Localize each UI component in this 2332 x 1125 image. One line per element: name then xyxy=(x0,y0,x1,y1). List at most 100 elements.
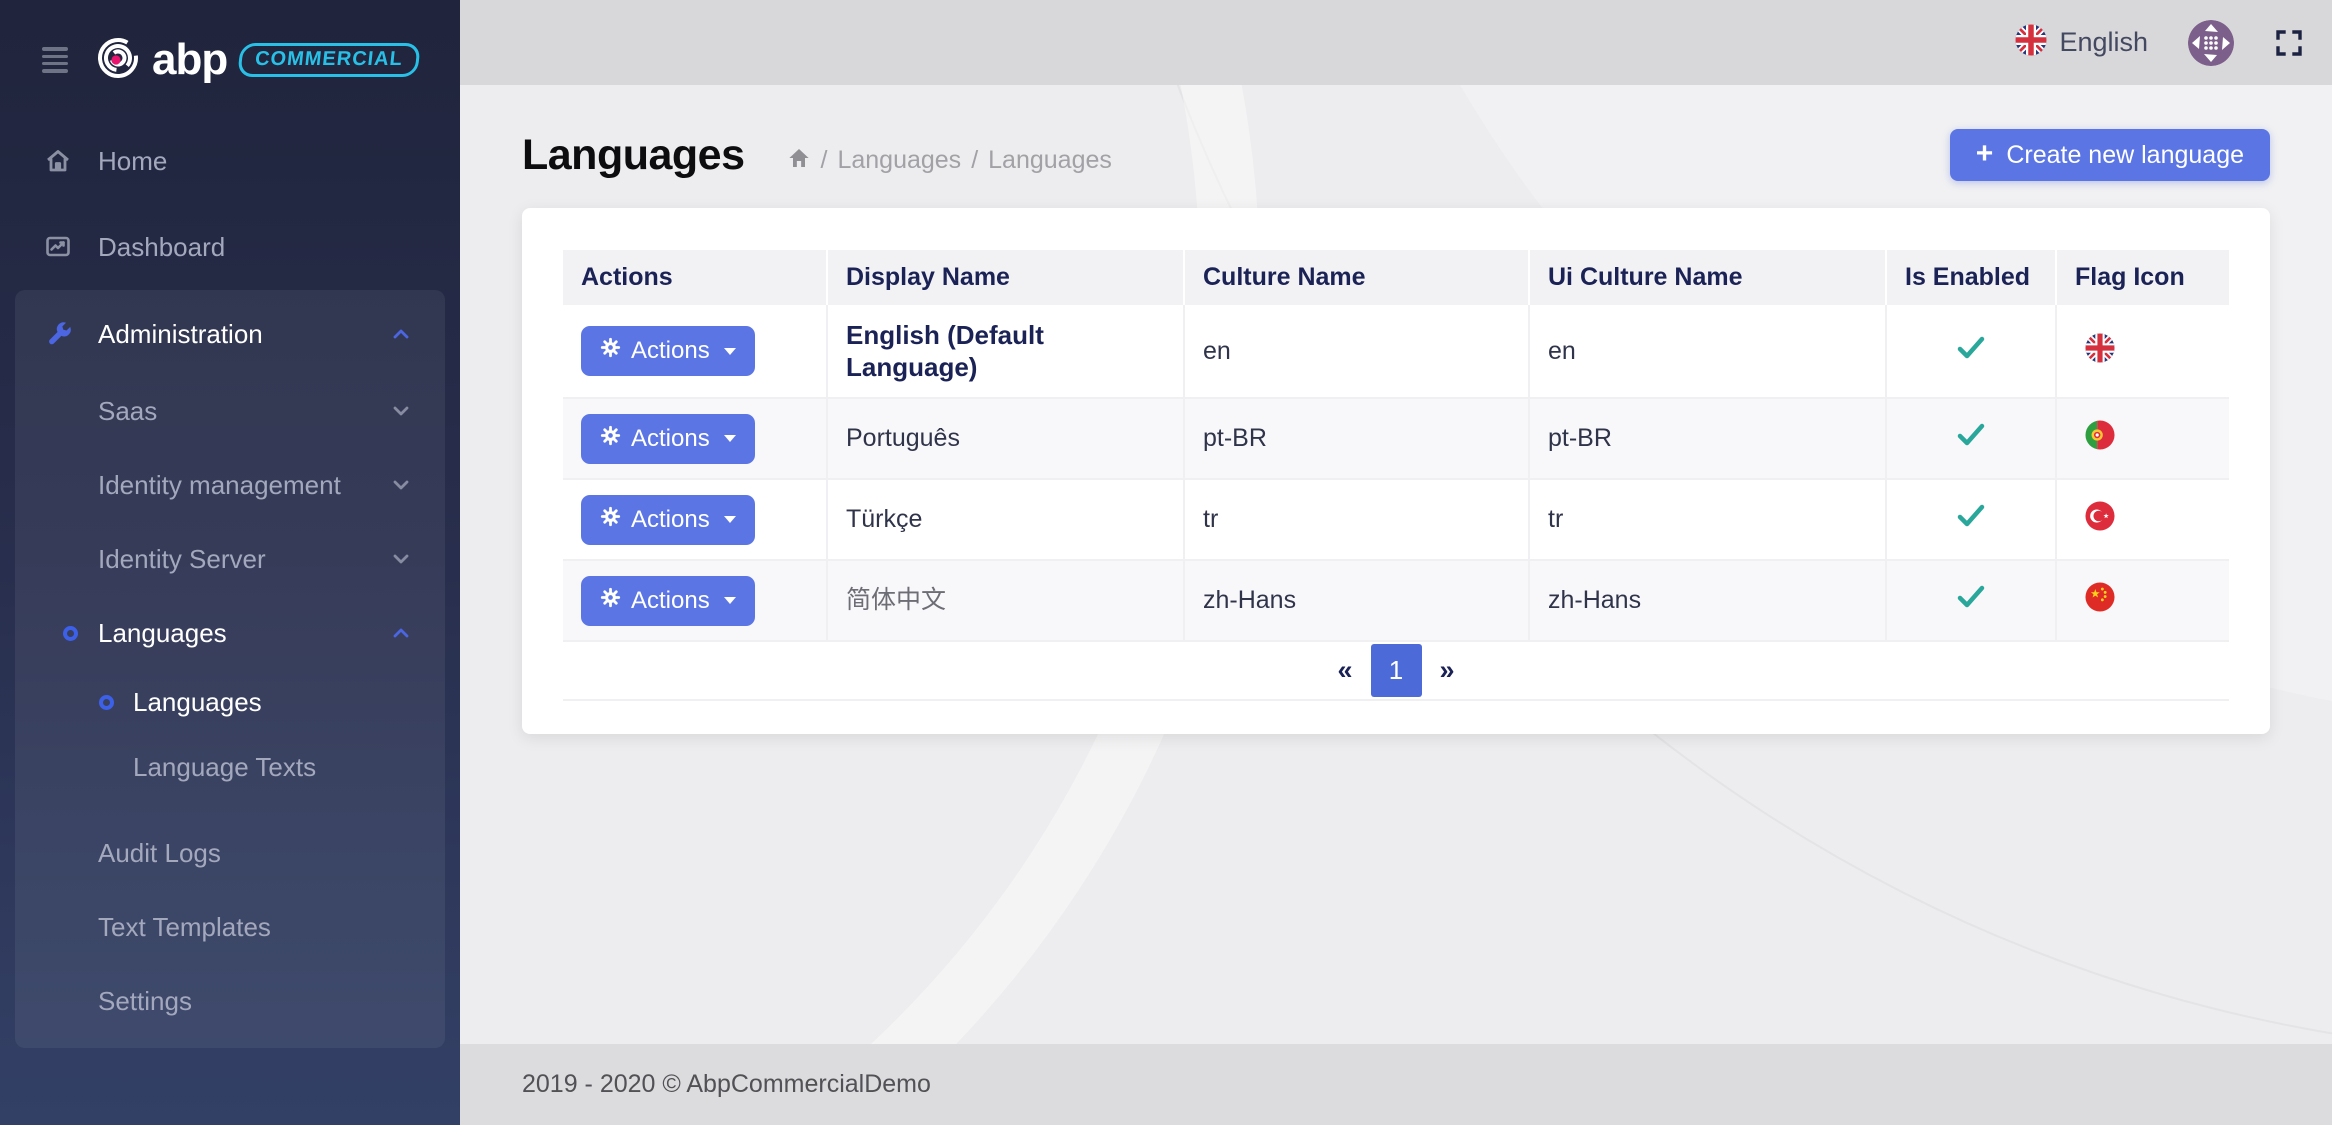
sidebar-item-text-templates[interactable]: Text Templates xyxy=(15,890,445,964)
language-selector[interactable]: English xyxy=(2015,24,2148,61)
header-flag-icon: Flag Icon xyxy=(2056,250,2229,305)
breadcrumb-separator: / xyxy=(971,146,978,175)
page-title: Languages xyxy=(522,131,745,180)
breadcrumb-item[interactable]: Languages xyxy=(988,146,1112,175)
chevron-up-icon xyxy=(390,625,412,641)
check-icon xyxy=(1956,422,1986,448)
display-name: Türkçe xyxy=(846,504,922,535)
footer: 2019 - 2020 © AbpCommercialDemo xyxy=(460,1044,2332,1125)
chevron-up-icon xyxy=(390,326,412,342)
sidebar-item-settings[interactable]: Settings xyxy=(15,964,445,1038)
culture-name: pt-BR xyxy=(1203,424,1267,452)
home-icon xyxy=(43,147,75,175)
sidebar-nav: Home Dashboard xyxy=(0,118,460,1048)
abp-logo-icon xyxy=(96,36,140,85)
brand-badge: COMMERCIAL xyxy=(237,43,420,77)
display-name: 简体中文 xyxy=(846,585,946,616)
flag-united-kingdom-icon xyxy=(2085,333,2115,363)
copyright-text: 2019 - 2020 © AbpCommercialDemo xyxy=(522,1070,931,1099)
header-is-enabled: Is Enabled xyxy=(1886,250,2056,305)
create-new-language-button[interactable]: + Create new language xyxy=(1950,129,2270,181)
breadcrumb: / Languages / Languages xyxy=(787,146,1112,175)
breadcrumb-item[interactable]: Languages xyxy=(837,146,961,175)
user-avatar[interactable] xyxy=(2188,20,2234,66)
flag-turkey-icon xyxy=(2085,501,2115,531)
check-icon xyxy=(1956,503,1986,529)
wrench-icon xyxy=(43,319,75,349)
chevron-down-icon xyxy=(390,403,412,419)
sidebar-item-dashboard[interactable]: Dashboard xyxy=(0,204,460,290)
breadcrumb-separator: / xyxy=(821,146,828,175)
culture-name: en xyxy=(1203,337,1231,365)
current-language-label: English xyxy=(2059,27,2148,58)
actions-button-label: Actions xyxy=(631,506,710,534)
active-bullet-icon xyxy=(63,626,78,641)
gear-icon xyxy=(600,425,621,453)
pagination-page-1-button[interactable]: 1 xyxy=(1371,644,1422,697)
sidebar-item-administration[interactable]: Administration xyxy=(15,294,445,374)
caret-down-icon xyxy=(724,597,736,604)
page-header: Languages / Languages / Languages + Crea… xyxy=(522,115,2270,195)
gear-icon xyxy=(600,506,621,534)
culture-name: zh-Hans xyxy=(1203,586,1296,614)
sidebar-item-home[interactable]: Home xyxy=(0,118,460,204)
flag-portugal-icon xyxy=(2085,420,2115,450)
sidebar-item-label: Administration xyxy=(98,319,263,350)
sidebar-item-label: Languages xyxy=(98,618,227,649)
sidebar-item-identity-management[interactable]: Identity management xyxy=(15,448,445,522)
table-row: Actions Português pt-BR pt-BR xyxy=(563,398,2229,479)
sidebar-item-identity-server[interactable]: Identity Server xyxy=(15,522,445,596)
pagination-prev-button[interactable]: « xyxy=(1337,655,1352,686)
is-enabled-cell xyxy=(1886,398,2056,479)
sidebar-item-saas[interactable]: Saas xyxy=(15,374,445,448)
create-button-label: Create new language xyxy=(2006,141,2244,170)
actions-button-label: Actions xyxy=(631,587,710,615)
header-culture-name: Culture Name xyxy=(1184,250,1529,305)
table-row: Actions 简体中文 zh-Hans zh-Hans xyxy=(563,560,2229,641)
header-ui-culture-name: Ui Culture Name xyxy=(1529,250,1886,305)
actions-button-label: Actions xyxy=(631,425,710,453)
home-icon[interactable] xyxy=(787,147,811,174)
uk-flag-icon xyxy=(2015,24,2047,61)
brand-name: abp xyxy=(152,38,227,82)
is-enabled-cell xyxy=(1886,560,2056,641)
sidebar-item-languages-child[interactable]: Languages xyxy=(15,670,445,735)
brand-logo[interactable]: abp COMMERCIAL xyxy=(96,36,419,85)
pagination: « 1 » xyxy=(563,642,2229,701)
active-bullet-icon xyxy=(99,695,114,710)
sidebar-item-label: Text Templates xyxy=(98,912,271,943)
caret-down-icon xyxy=(724,516,736,523)
sidebar-item-languages[interactable]: Languages xyxy=(15,596,445,670)
languages-table: Actions Display Name Culture Name Ui Cul… xyxy=(563,250,2229,642)
gear-icon xyxy=(600,587,621,615)
culture-name: tr xyxy=(1203,505,1218,533)
sidebar-item-label: Saas xyxy=(98,396,157,427)
check-icon xyxy=(1956,335,1986,361)
actions-button[interactable]: Actions xyxy=(581,326,755,376)
is-enabled-cell xyxy=(1886,479,2056,560)
table-header-row: Actions Display Name Culture Name Ui Cul… xyxy=(563,250,2229,305)
actions-button[interactable]: Actions xyxy=(581,576,755,626)
ui-culture-name: zh-Hans xyxy=(1548,586,1641,614)
sidebar-item-label: Language Texts xyxy=(133,752,316,783)
sidebar-item-label: Home xyxy=(98,146,167,177)
fullscreen-icon[interactable] xyxy=(2274,28,2304,58)
gear-icon xyxy=(600,337,621,365)
is-enabled-cell xyxy=(1886,305,2056,398)
sidebar-item-audit-logs[interactable]: Audit Logs xyxy=(15,816,445,890)
chevron-down-icon xyxy=(390,477,412,493)
sidebar-item-label: Settings xyxy=(98,986,192,1017)
table-row: Actions Türkçe tr tr xyxy=(563,479,2229,560)
app-root: abp COMMERCIAL Home xyxy=(0,0,2332,1125)
sidebar-item-language-texts[interactable]: Language Texts xyxy=(15,735,445,800)
ui-culture-name: tr xyxy=(1548,505,1563,533)
actions-button-label: Actions xyxy=(631,337,710,365)
actions-button[interactable]: Actions xyxy=(581,414,755,464)
chevron-down-icon xyxy=(390,551,412,567)
pagination-next-button[interactable]: » xyxy=(1440,655,1455,686)
menu-toggle-icon[interactable] xyxy=(42,47,68,72)
main-area: English xyxy=(460,0,2332,1125)
display-name: Português xyxy=(846,423,960,454)
actions-button[interactable]: Actions xyxy=(581,495,755,545)
sidebar-header: abp COMMERCIAL xyxy=(0,0,460,90)
